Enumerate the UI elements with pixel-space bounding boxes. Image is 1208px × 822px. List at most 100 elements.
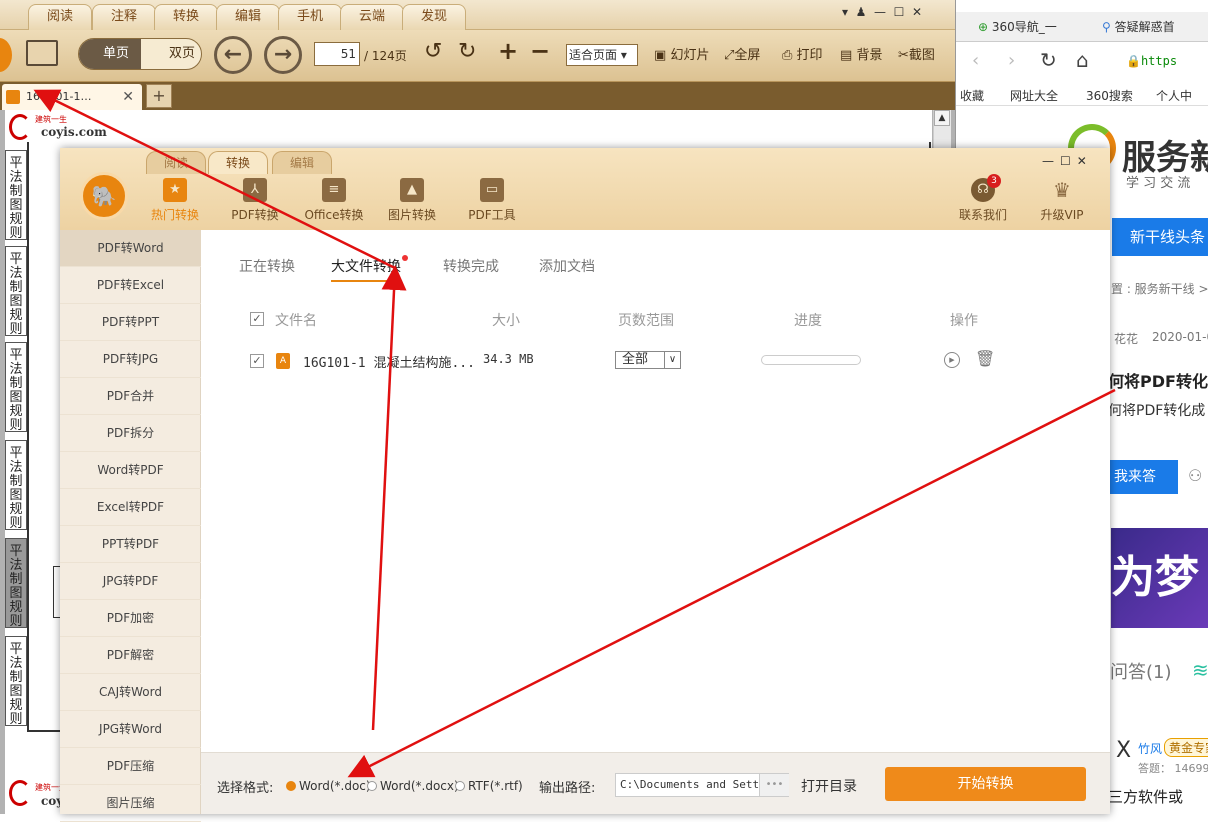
next-page-icon[interactable]: → bbox=[264, 36, 302, 74]
dialog-window-controls[interactable]: —☐✕ bbox=[1042, 154, 1093, 168]
sidebar-item[interactable]: PDF转Word bbox=[60, 230, 201, 267]
background-button[interactable]: ▤ 背景 bbox=[840, 43, 882, 69]
document-tab[interactable]: 16G101-1… ✕ bbox=[2, 84, 142, 110]
sidebar-item[interactable]: PDF解密 bbox=[60, 637, 201, 674]
sidebar-item[interactable]: Excel转PDF bbox=[60, 489, 201, 526]
browser-tab[interactable]: ⊕ 360导航_一 bbox=[978, 18, 1057, 35]
answer-user[interactable]: 竹风 bbox=[1138, 740, 1162, 757]
sidebar-item[interactable]: 图片压缩 bbox=[60, 785, 201, 822]
print-icon: ⎙ bbox=[782, 48, 793, 63]
browser-tab[interactable]: ⚲ 答疑解惑首 bbox=[1102, 18, 1175, 35]
rotate-right-icon[interactable]: ↻ bbox=[458, 39, 476, 65]
menu-tab-annotate[interactable]: 注释 bbox=[92, 4, 157, 30]
sidebar-item[interactable]: PDF压缩 bbox=[60, 748, 201, 785]
nav-office-convert[interactable]: ≡ Office转换 bbox=[294, 178, 374, 223]
bookmark-item[interactable]: 个人中 bbox=[1156, 87, 1192, 104]
browser-navbar: ‹ › ↻ ⌂ 🔒https bbox=[956, 46, 1208, 76]
menu-tab-cloud[interactable]: 云端 bbox=[340, 4, 405, 30]
scroll-up-icon[interactable]: ▲ bbox=[934, 110, 950, 126]
nav-hot-convert[interactable]: ★ 热门转换 bbox=[135, 178, 215, 223]
format-rtf-radio[interactable]: RTF(*.rtf) bbox=[455, 779, 523, 793]
sidebar-item[interactable]: PDF合并 bbox=[60, 378, 201, 415]
window-controls[interactable]: ▾ ♟ — ☐ ✕ bbox=[842, 5, 922, 19]
new-tab-button[interactable]: + bbox=[146, 84, 172, 108]
background-icon: ▤ bbox=[840, 48, 853, 63]
side-label: 平法制图规则 bbox=[5, 636, 27, 727]
breadcrumb[interactable]: 置 : 服务新干线 > bbox=[1111, 280, 1208, 297]
browse-button[interactable]: ••• bbox=[759, 774, 789, 796]
open-folder-icon[interactable] bbox=[26, 40, 58, 66]
tab-converting[interactable]: 正在转换 bbox=[239, 256, 295, 276]
slideshow-button[interactable]: ▣ 幻灯片 bbox=[654, 43, 709, 69]
fullscreen-button[interactable]: ⤢全屏 bbox=[724, 43, 760, 69]
dialog-tab-edit[interactable]: 编辑 bbox=[272, 151, 332, 174]
nav-image-convert[interactable]: ▲ 图片转换 bbox=[372, 178, 452, 223]
page-number-input[interactable]: 51 bbox=[314, 42, 360, 66]
sidebar-item[interactable]: PDF拆分 bbox=[60, 415, 201, 452]
rotate-left-icon[interactable]: ↺ bbox=[424, 39, 442, 65]
radio-icon bbox=[455, 781, 465, 791]
sidebar-item[interactable]: PDF转Excel bbox=[60, 267, 201, 304]
bookmark-item[interactable]: 网址大全 bbox=[1010, 87, 1058, 104]
trash-icon[interactable]: 🗑 bbox=[975, 349, 995, 368]
zoom-in-icon[interactable]: + bbox=[498, 38, 518, 64]
answer-stats: 答题： 14699 bbox=[1138, 762, 1208, 775]
single-page-button[interactable]: 单页 bbox=[79, 39, 141, 69]
print-button[interactable]: ⎙ 打印 bbox=[782, 43, 823, 69]
page-range-select[interactable]: 全部 ∨ bbox=[615, 351, 681, 369]
sidebar-item[interactable]: Word转PDF bbox=[60, 452, 201, 489]
question-snippet: 何将PDF转化成 bbox=[1108, 403, 1206, 419]
sidebar-item[interactable]: JPG转Word bbox=[60, 711, 201, 748]
answer-button[interactable]: 我来答 bbox=[1106, 460, 1178, 494]
bookmark-item[interactable]: 收藏 bbox=[960, 87, 984, 104]
select-all-checkbox[interactable]: ✓ bbox=[250, 312, 264, 326]
slideshow-icon: ▣ bbox=[654, 48, 667, 63]
logo-site: coyis.com bbox=[41, 125, 107, 139]
row-checkbox[interactable]: ✓ bbox=[250, 354, 264, 368]
format-doc-radio[interactable]: Word(*.doc) bbox=[286, 779, 371, 793]
sidebar-item[interactable]: PDF转PPT bbox=[60, 304, 201, 341]
close-tab-icon[interactable]: ✕ bbox=[122, 84, 134, 110]
crown-icon: ♛ bbox=[1053, 178, 1071, 202]
headline-button[interactable]: 新干线头条 bbox=[1112, 218, 1208, 256]
start-conversion-button[interactable]: 开始转换 bbox=[885, 767, 1086, 801]
converter-dialog: 阅读 转换 编辑 —☐✕ 🐘 ★ 热门转换 ⅄ PDF转换 ≡ Office转换 ▲ 图… bbox=[60, 148, 1110, 822]
back-icon[interactable]: ‹ bbox=[972, 50, 979, 71]
menu-tab-discover[interactable]: 发现 bbox=[402, 4, 467, 30]
sidebar-item[interactable]: CAJ转Word bbox=[60, 674, 201, 711]
screenshot-button[interactable]: ✂截图 bbox=[898, 43, 935, 69]
nav-pdf-tools[interactable]: ▭ PDF工具 bbox=[452, 178, 532, 223]
author[interactable]: 花花 bbox=[1114, 330, 1138, 347]
double-page-button[interactable]: 双页 bbox=[141, 39, 201, 69]
fit-mode-select[interactable]: 适合页面 ▾ bbox=[566, 44, 638, 66]
menu-tab-convert[interactable]: 转换 bbox=[154, 4, 219, 30]
contact-us-button[interactable]: ☊ 3 联系我们 bbox=[943, 174, 1023, 223]
play-icon[interactable]: ▶ bbox=[944, 352, 960, 368]
home-icon[interactable]: ⌂ bbox=[1076, 48, 1089, 72]
menu-tab-mobile[interactable]: 手机 bbox=[278, 4, 343, 30]
tab-completed[interactable]: 转换完成 bbox=[443, 256, 499, 276]
banner-ad[interactable]: 为梦 bbox=[1111, 528, 1208, 628]
prev-page-icon[interactable]: ← bbox=[214, 36, 252, 74]
user-icon[interactable]: ⚇ bbox=[1188, 466, 1202, 485]
sidebar-item[interactable]: PPT转PDF bbox=[60, 526, 201, 563]
nav-pdf-convert[interactable]: ⅄ PDF转换 bbox=[215, 178, 295, 223]
bookmark-item[interactable]: 360搜索 bbox=[1086, 87, 1133, 104]
address-bar[interactable]: 🔒https bbox=[1126, 50, 1208, 72]
forward-icon[interactable]: › bbox=[1008, 50, 1015, 71]
tab-large-file[interactable]: 大文件转换 bbox=[331, 256, 401, 282]
dialog-tab-convert[interactable]: 转换 bbox=[208, 151, 268, 174]
menu-tab-read[interactable]: 阅读 bbox=[28, 4, 93, 30]
zoom-out-icon[interactable]: − bbox=[530, 38, 550, 64]
format-docx-radio[interactable]: Word(*.docx) bbox=[367, 779, 459, 793]
menu-tab-edit[interactable]: 编辑 bbox=[216, 4, 281, 30]
open-directory-button[interactable]: 打开目录 bbox=[801, 776, 857, 796]
sidebar-item[interactable]: PDF加密 bbox=[60, 600, 201, 637]
reload-icon[interactable]: ↻ bbox=[1040, 48, 1057, 72]
answers-count[interactable]: 问答(1) bbox=[1110, 658, 1172, 684]
tab-add-document[interactable]: 添加文档 bbox=[539, 256, 595, 276]
avatar[interactable]: X bbox=[1116, 738, 1131, 763]
dialog-tab-read[interactable]: 阅读 bbox=[146, 151, 206, 174]
upgrade-vip-button[interactable]: ♛ 升级VIP bbox=[1022, 178, 1102, 223]
sidebar-item[interactable]: JPG转PDF bbox=[60, 563, 201, 600]
